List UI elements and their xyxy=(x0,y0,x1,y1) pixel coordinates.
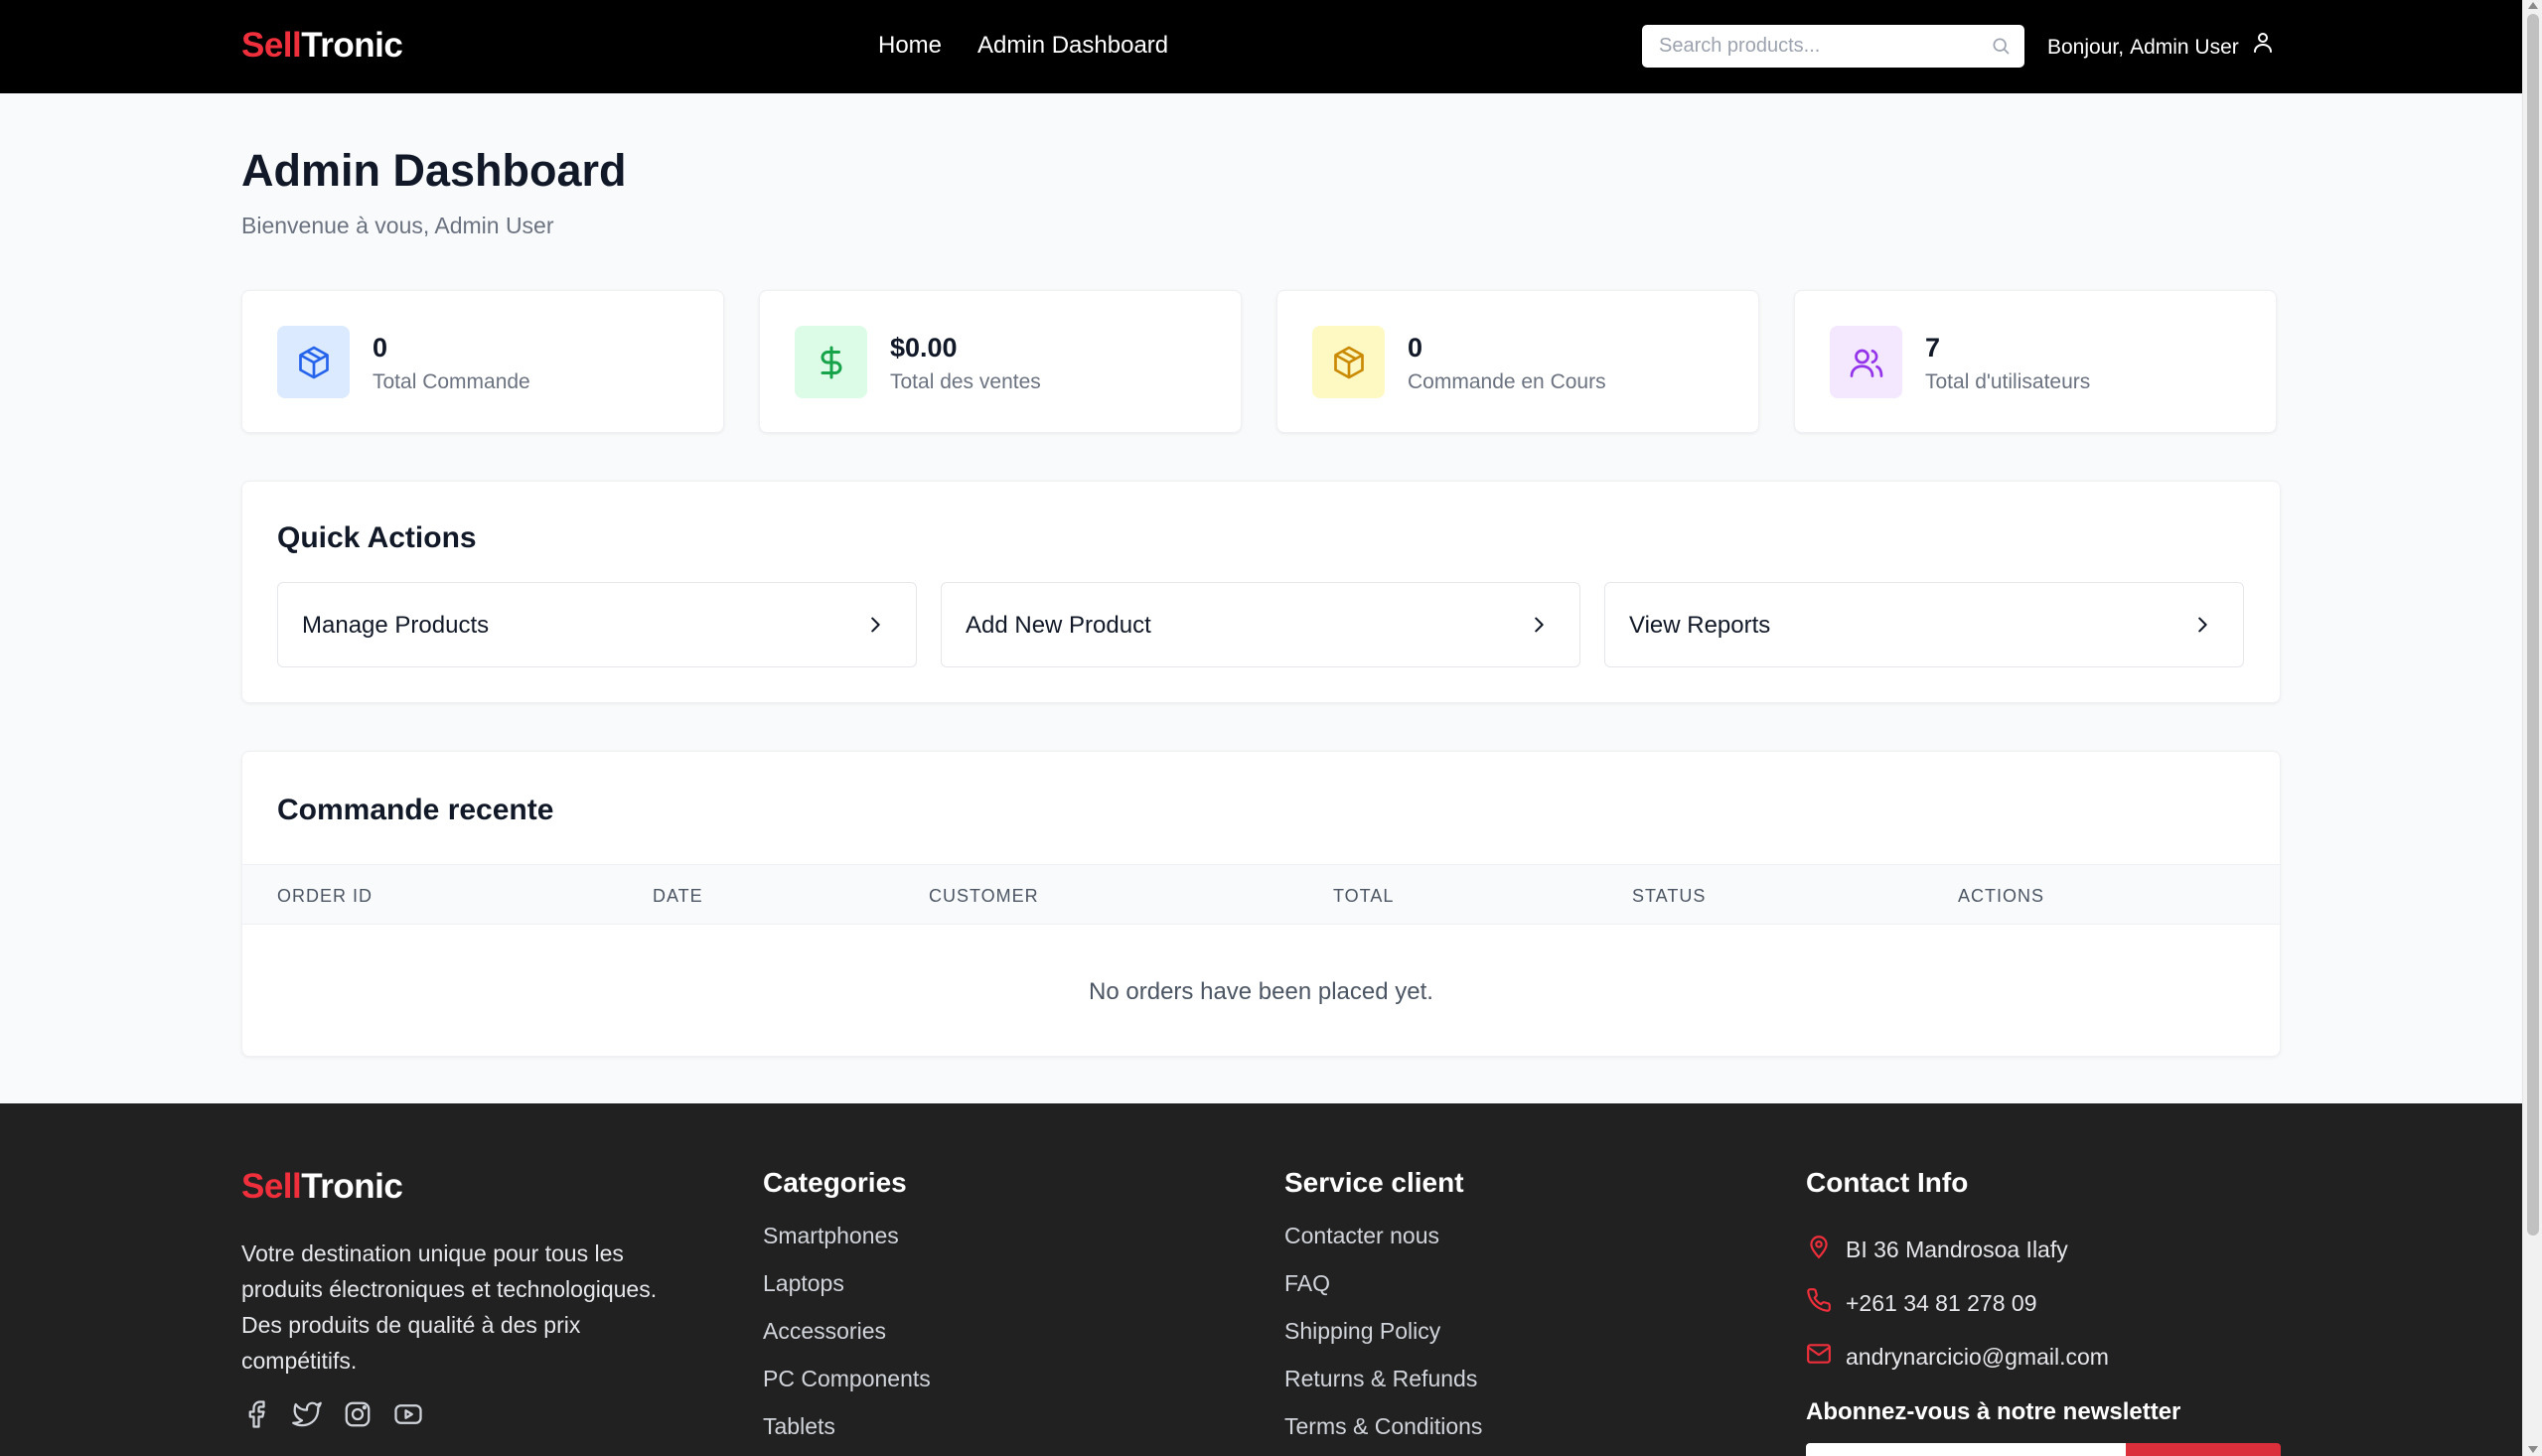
instagram-icon[interactable] xyxy=(343,1399,373,1434)
service-link[interactable]: Returns & Refunds xyxy=(1284,1366,1482,1413)
brand-logo[interactable]: SellTronic xyxy=(241,26,403,66)
package-icon xyxy=(277,326,350,398)
main-nav: Home Admin Dashboard xyxy=(878,32,1168,60)
stats-row: 0 Total Commande $0.00 Total des ventes … xyxy=(241,290,2281,433)
package-icon xyxy=(1312,326,1385,398)
mail-icon xyxy=(1806,1341,1832,1373)
service-link[interactable]: Shipping Policy xyxy=(1284,1318,1482,1366)
facebook-icon[interactable] xyxy=(241,1399,271,1434)
contact-title: Contact Info xyxy=(1806,1167,1969,1198)
page: SellTronic Home Admin Dashboard Bonjour,… xyxy=(0,0,2522,1456)
map-pin-icon xyxy=(1806,1234,1832,1265)
category-link[interactable]: Smartphones xyxy=(763,1223,931,1270)
user-name: Admin User xyxy=(2130,36,2239,59)
address-text: BI 36 Mandrosoa Ilafy xyxy=(1846,1236,2068,1262)
recent-orders-title: Commande recente xyxy=(277,794,554,826)
contact-address: BI 36 Mandrosoa Ilafy xyxy=(1806,1223,2109,1276)
stat-value: $0.00 xyxy=(890,333,958,363)
stat-label: Total d'utilisateurs xyxy=(1925,370,2091,393)
brand-logo-part1: Sell xyxy=(241,26,302,65)
nav-admin-dashboard-link[interactable]: Admin Dashboard xyxy=(977,32,1168,60)
brand-logo-part2: Tronic xyxy=(301,26,403,65)
category-link[interactable]: Tablets xyxy=(763,1413,931,1456)
categories-title: Categories xyxy=(763,1167,907,1198)
search-input[interactable] xyxy=(1642,25,1960,68)
phone-text: +261 34 81 278 09 xyxy=(1846,1289,2037,1316)
stat-card-total-sales: $0.00 Total des ventes xyxy=(759,290,1242,433)
scroll-down-arrow-icon[interactable] xyxy=(2528,1446,2538,1453)
user-greeting[interactable]: Bonjour, Admin User xyxy=(2047,33,2275,62)
quick-actions-title: Quick Actions xyxy=(277,521,477,554)
button-label: Manage Products xyxy=(302,612,490,639)
footer: SellTronic Votre destination unique pour… xyxy=(0,1103,2522,1456)
button-label: Add New Product xyxy=(966,612,1151,639)
column-header-order-id[interactable]: ORDER ID xyxy=(277,886,373,907)
greeting-prefix: Bonjour, xyxy=(2047,36,2125,59)
quick-actions-panel: Quick Actions Manage Products Add New Pr… xyxy=(241,481,2281,703)
newsletter-email-input[interactable] xyxy=(1806,1443,2126,1456)
stat-label: Total des ventes xyxy=(890,370,1041,393)
button-label: View Reports xyxy=(1629,612,1771,639)
chevron-right-icon xyxy=(1528,614,1550,641)
search-icon[interactable] xyxy=(1991,36,2011,61)
scroll-up-arrow-icon[interactable] xyxy=(2528,2,2538,9)
category-link[interactable]: Laptops xyxy=(763,1270,931,1318)
chevron-right-icon xyxy=(864,614,886,641)
service-title: Service client xyxy=(1284,1167,1464,1198)
brand-logo-part2: Tronic xyxy=(301,1167,403,1206)
email-text: andrynarcicio@gmail.com xyxy=(1846,1343,2109,1370)
service-link[interactable]: FAQ xyxy=(1284,1270,1482,1318)
youtube-icon[interactable] xyxy=(392,1399,424,1434)
brand-logo-part1: Sell xyxy=(241,1167,302,1206)
footer-description: Votre destination unique pour tous les p… xyxy=(241,1240,658,1374)
add-new-product-button[interactable]: Add New Product xyxy=(941,582,1580,667)
stat-card-pending-orders: 0 Commande en Cours xyxy=(1276,290,1759,433)
page-subtitle: Bienvenue à vous, Admin User xyxy=(241,213,554,238)
footer-brand-logo[interactable]: SellTronic xyxy=(241,1167,403,1207)
service-link[interactable]: Terms & Conditions xyxy=(1284,1413,1482,1456)
page-title: Admin Dashboard xyxy=(241,145,627,196)
column-header-actions: ACTIONS xyxy=(1958,886,2045,906)
nav-home-link[interactable]: Home xyxy=(878,32,942,60)
phone-icon xyxy=(1806,1287,1832,1319)
stat-card-total-orders: 0 Total Commande xyxy=(241,290,724,433)
stat-label: Total Commande xyxy=(373,370,530,393)
category-link[interactable]: PC Components xyxy=(763,1366,931,1413)
quick-actions-row: Manage Products Add New Product View Rep… xyxy=(277,582,2244,667)
newsletter-title: Abonnez-vous à notre newsletter xyxy=(1806,1398,2181,1425)
column-header-customer[interactable]: CUSTOMER xyxy=(929,886,1039,907)
recent-orders-panel: Commande recente ORDER ID DATE CUSTOMER … xyxy=(241,751,2281,1057)
footer-service: Service client Contacter nous FAQ Shippi… xyxy=(1284,1167,1482,1456)
service-link[interactable]: Contacter nous xyxy=(1284,1223,1482,1270)
contact-phone[interactable]: +261 34 81 278 09 xyxy=(1806,1276,2109,1330)
twitter-icon[interactable] xyxy=(291,1399,323,1434)
contact-email[interactable]: andrynarcicio@gmail.com xyxy=(1806,1330,2109,1383)
stat-card-total-users: 7 Total d'utilisateurs xyxy=(1794,290,2277,433)
scrollbar-thumb[interactable] xyxy=(2527,14,2539,1236)
column-header-date[interactable]: DATE xyxy=(653,886,703,907)
category-link[interactable]: Accessories xyxy=(763,1318,931,1366)
column-header-total[interactable]: TOTAL xyxy=(1333,886,1394,907)
stat-value: 0 xyxy=(373,333,388,363)
footer-categories: Categories Smartphones Laptops Accessori… xyxy=(763,1167,931,1456)
top-navbar: SellTronic Home Admin Dashboard Bonjour,… xyxy=(0,0,2522,93)
dollar-icon xyxy=(795,326,867,398)
empty-orders-message: No orders have been placed yet. xyxy=(1089,978,1433,1005)
social-links xyxy=(241,1399,424,1434)
footer-contact: Contact Info BI 36 Mandrosoa Ilafy +261 … xyxy=(1806,1167,2109,1383)
manage-products-button[interactable]: Manage Products xyxy=(277,582,917,667)
view-reports-button[interactable]: View Reports xyxy=(1604,582,2244,667)
stat-value: 0 xyxy=(1408,333,1423,363)
column-header-status[interactable]: STATUS xyxy=(1632,886,1706,907)
users-icon xyxy=(1830,326,1902,398)
chevron-right-icon xyxy=(2191,614,2213,641)
stat-label: Commande en Cours xyxy=(1408,370,1606,393)
user-icon[interactable] xyxy=(2251,30,2275,62)
search-box xyxy=(1642,25,2024,68)
newsletter-subscribe-button[interactable] xyxy=(2126,1443,2281,1456)
stat-value: 7 xyxy=(1925,333,1941,363)
orders-table-header: ORDER ID DATE CUSTOMER TOTAL STATUS ACTI… xyxy=(242,864,2280,925)
vertical-scrollbar[interactable] xyxy=(2522,0,2542,1456)
